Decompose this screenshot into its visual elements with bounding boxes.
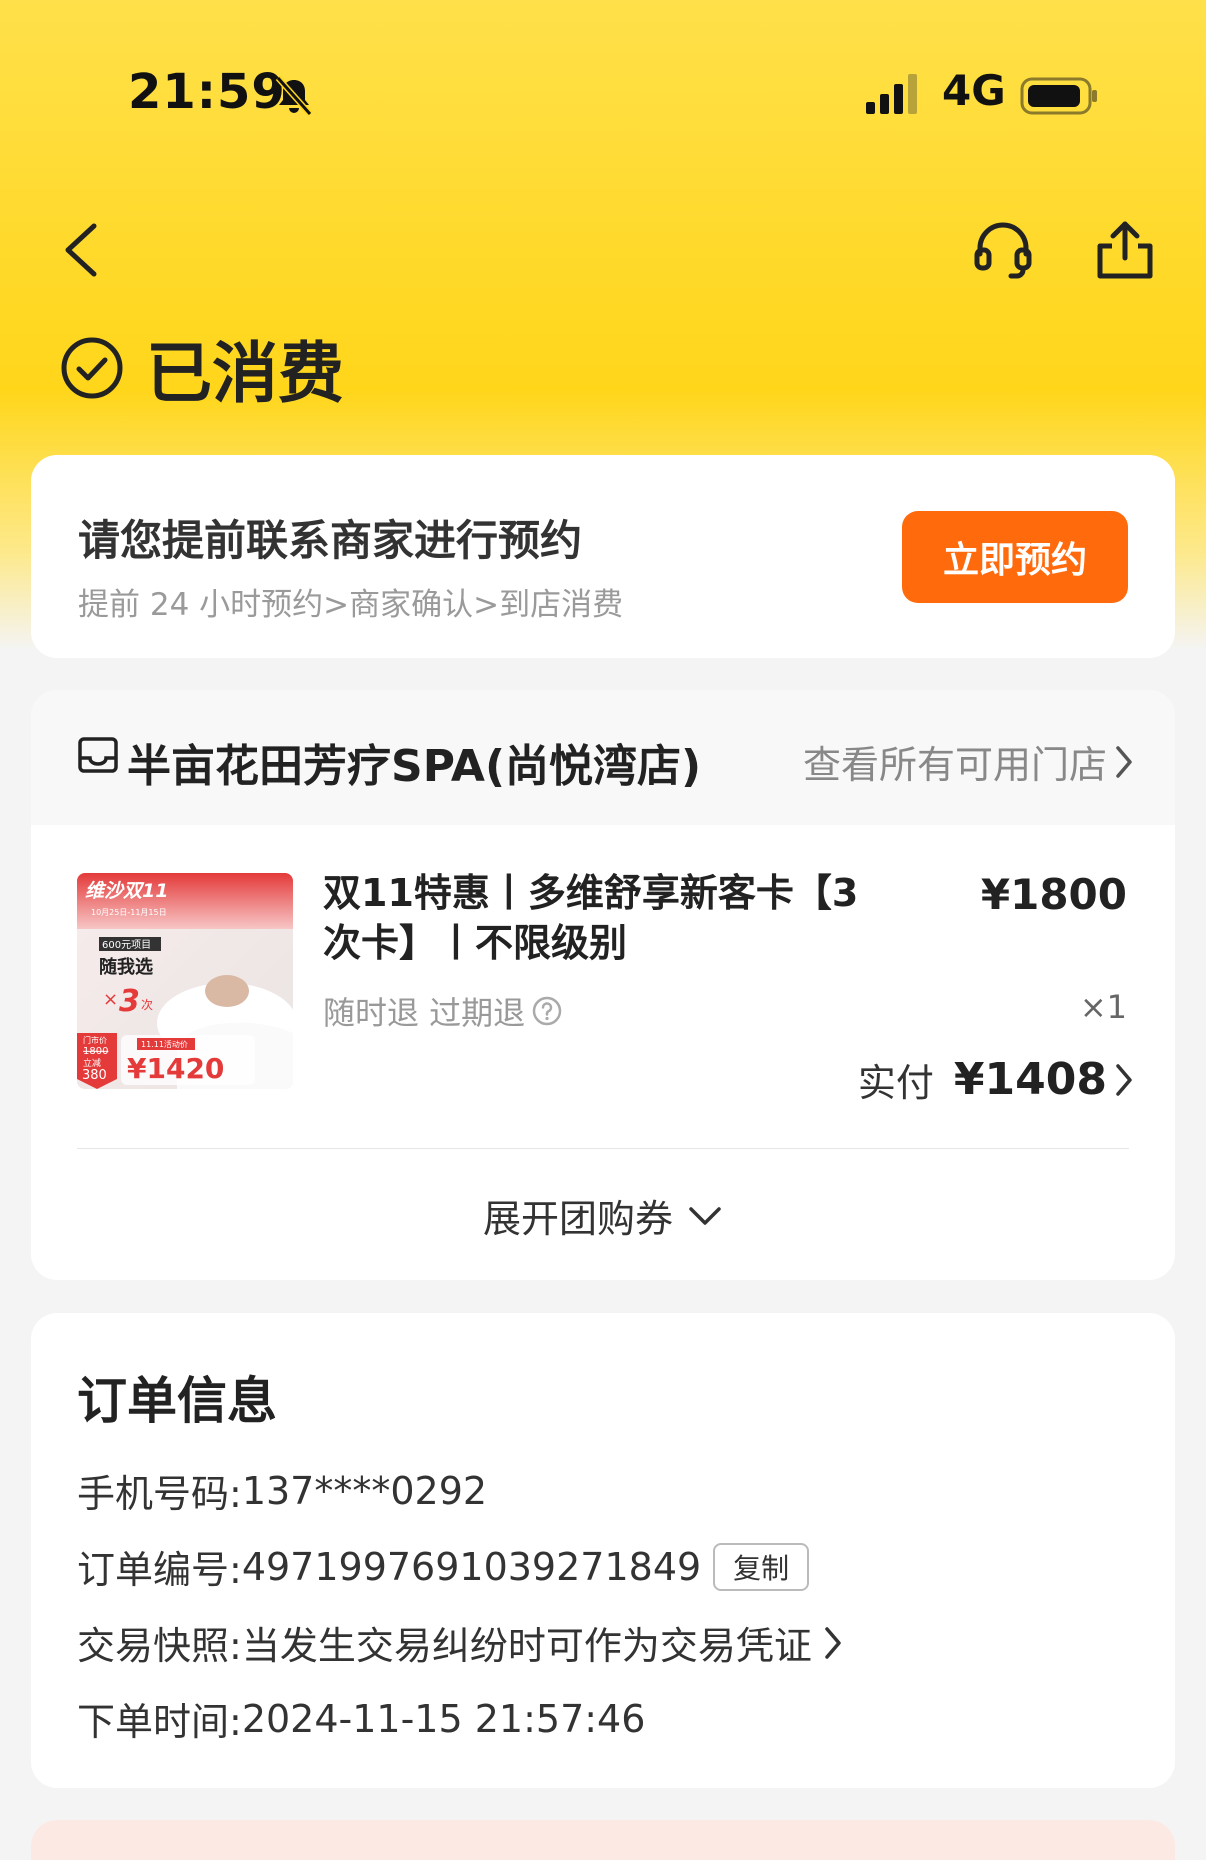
thumb-banner: 维沙双11: [85, 880, 168, 902]
chevron-right-icon: [1116, 1063, 1132, 1096]
store-icon: [78, 737, 118, 773]
share-icon[interactable]: [1096, 220, 1154, 280]
chevron-down-icon: [689, 1206, 721, 1225]
expand-vouchers-button[interactable]: 展开团购券: [31, 1188, 1175, 1243]
divider: [77, 1148, 1129, 1149]
back-icon[interactable]: [60, 220, 104, 280]
help-icon[interactable]: [531, 995, 563, 1027]
store-name: 半亩花田芳疗SPA(尚悦湾店): [127, 741, 702, 792]
thumb-discount: 380: [82, 1068, 107, 1083]
order-number-row: 订单编号: 4971997691039271849 复制: [77, 1539, 810, 1594]
order-time-value: 2024-11-15 21:57:46: [241, 1696, 646, 1741]
order-time-label: 下单时间:: [77, 1700, 242, 1744]
all-stores-label: 查看所有可用门店: [802, 743, 1107, 787]
thumb-store-price-label: 门市价: [83, 1035, 107, 1045]
copy-button[interactable]: 复制: [713, 1542, 810, 1591]
signal-icon: [866, 74, 917, 114]
book-now-button[interactable]: 立即预约: [902, 511, 1128, 603]
store-header: 半亩花田芳疗SPA(尚悦湾店) 查看所有可用门店: [31, 690, 1175, 825]
next-card-edge: [31, 1820, 1175, 1860]
bell-muted-icon: [275, 76, 313, 116]
thumb-times-num: 3: [119, 984, 140, 1019]
order-info-title: 订单信息: [77, 1372, 277, 1430]
thumb-times-suffix: 次: [141, 998, 153, 1012]
thumb-promo-tag: 11.11活动价: [141, 1039, 188, 1049]
appointment-card: 请您提前联系商家进行预约 提前 24 小时预约>商家确认>到店消费 立即预约: [31, 455, 1175, 658]
deal-price: ¥1800: [980, 870, 1127, 919]
deal-title[interactable]: 双11特惠丨多维舒享新客卡【3次卡】丨不限级别: [323, 868, 863, 968]
thumb-dates: 10月25日-11月15日: [91, 908, 167, 917]
snapshot-value: 当发生交易纠纷时可作为交易凭证: [241, 1624, 812, 1668]
phone-label: 手机号码:: [77, 1472, 242, 1516]
appointment-title: 请您提前联系商家进行预约: [78, 516, 583, 565]
status-time: 21:59: [128, 64, 286, 120]
paid-amount: ¥1408: [953, 1054, 1107, 1105]
phone-value: 137****0292: [241, 1468, 488, 1513]
refund-policy-label: 随时退 过期退: [323, 994, 526, 1032]
thumb-promo-price: ¥1420: [127, 1052, 224, 1085]
status-bar: 21:59 4G: [0, 60, 1206, 130]
chevron-right-icon: [1116, 745, 1132, 778]
snapshot-label: 交易快照:: [77, 1624, 242, 1668]
order-time-row: 下单时间: 2024-11-15 21:57:46: [77, 1691, 645, 1746]
check-circle-icon: [61, 337, 123, 399]
phone-row: 手机号码: 137****0292: [77, 1463, 487, 1518]
order-number-value: 4971997691039271849: [241, 1544, 702, 1589]
order-status: 已消费: [60, 330, 344, 412]
deal-thumbnail[interactable]: 维沙双11 10月25日-11月15日 600元项目 随我选 × 3 次 门市价…: [77, 873, 293, 1089]
thumb-badge: 600元项目: [102, 939, 151, 951]
network-type: 4G: [942, 66, 1006, 115]
paid-label: 实付: [857, 1061, 934, 1105]
thumb-pick: 随我选: [99, 956, 153, 978]
all-stores-link[interactable]: 查看所有可用门店: [803, 734, 1135, 789]
thumb-store-price: 1800: [83, 1046, 108, 1057]
chevron-right-icon: [825, 1626, 841, 1659]
deal-card: 半亩花田芳疗SPA(尚悦湾店) 查看所有可用门店 维沙双11 10月25日-11…: [31, 690, 1175, 1280]
appointment-steps: 提前 24 小时预约>商家确认>到店消费: [78, 587, 624, 623]
order-number-label: 订单编号:: [77, 1548, 242, 1592]
thumb-times-prefix: ×: [103, 989, 118, 1010]
order-info-card: 订单信息 手机号码: 137****0292 订单编号: 49719976910…: [31, 1313, 1175, 1788]
customer-service-icon[interactable]: [972, 218, 1034, 280]
refund-policy[interactable]: 随时退 过期退: [323, 988, 563, 1034]
battery-icon: [1020, 77, 1097, 115]
snapshot-row[interactable]: 交易快照: 当发生交易纠纷时可作为交易凭证: [77, 1615, 844, 1670]
order-status-title: 已消费: [146, 335, 344, 412]
paid-amount-row[interactable]: 实付 ¥1408: [858, 1052, 1135, 1107]
deal-quantity: ×1: [1079, 988, 1127, 1026]
expand-vouchers-label: 展开团购券: [482, 1197, 673, 1241]
